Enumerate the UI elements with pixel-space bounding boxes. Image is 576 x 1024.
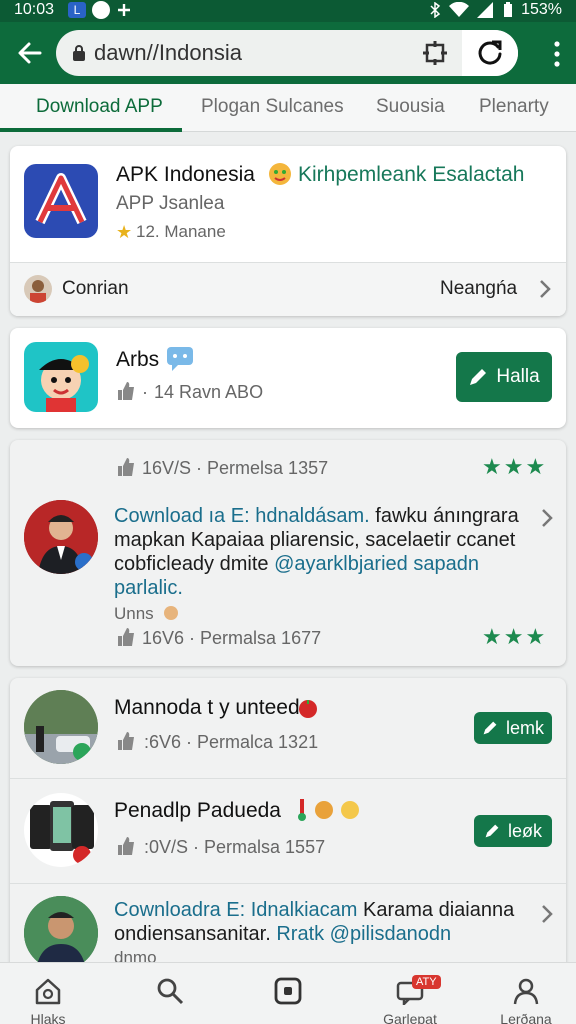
signal-icon xyxy=(477,2,494,18)
arbs-app-icon xyxy=(24,342,98,412)
tab-bar: Download APP Plogan Sulcanes Suousia Ple… xyxy=(0,84,576,132)
notification-badge: ATY xyxy=(412,975,441,989)
tab-plenarty[interactable]: Plenarty xyxy=(479,96,549,118)
list-item-text: Cownloadra E: Idnalkiacam Karama diaiann… xyxy=(114,899,515,967)
chat-bubble-icon xyxy=(167,347,193,371)
list-item-link-button[interactable]: lemk xyxy=(474,712,552,744)
list-item-meta: :0V/S · Permalsa 1557 xyxy=(144,837,326,857)
list-item-title: Penadlp Padueda xyxy=(114,799,281,822)
list-item[interactable]: Mannoda t y unteed :6V6 · Permalca 1321 … xyxy=(10,678,566,778)
messenger-icon xyxy=(92,1,110,19)
square-icon xyxy=(274,977,302,1005)
person-icon xyxy=(513,978,539,1005)
post-bottom-meta: 16V6 · Permalsa 1677 xyxy=(142,628,322,648)
address-bar[interactable]: dawn//Indonsia xyxy=(56,30,518,76)
app-tagline: Kirhpemleank Esalactah xyxy=(298,163,525,186)
user-avatar xyxy=(24,275,52,303)
emoji-icon xyxy=(298,799,359,821)
nav-chat[interactable]: ATY Garlepat xyxy=(370,963,450,1024)
list-item-thumbnail xyxy=(24,690,98,764)
lock-icon xyxy=(73,45,85,61)
list-item-meta: :6V6 · Permalca 1321 xyxy=(144,732,319,752)
app-developer: APP Jsanlea xyxy=(116,193,225,214)
battery-level: 153% xyxy=(521,1,562,18)
wifi-icon xyxy=(449,2,470,17)
footer-user-name: Conrian xyxy=(62,278,129,299)
list-item-thumbnail xyxy=(24,896,98,970)
app-card[interactable]: APK Indonesia Kirhpemleank Esalactah APP… xyxy=(10,146,566,316)
post-mention[interactable]: @ayarklbjaried sapadn xyxy=(274,553,479,575)
thumbs-up-icon xyxy=(118,458,134,476)
post-link[interactable]: Cownload ıa E: hdnaldásam. xyxy=(114,505,370,527)
list-item[interactable]: Penadlp Padueda :0V/S · Permalsa 1557 le… xyxy=(10,779,566,883)
list-item-title: Mannoda t y unteed xyxy=(114,696,300,719)
arbs-name: Arbs xyxy=(116,348,160,371)
active-tab-indicator xyxy=(0,128,182,132)
thumbs-up-icon xyxy=(118,628,134,646)
post-tag: Unns xyxy=(114,604,154,623)
rating-stars: ★★★ xyxy=(482,454,548,479)
tab-download-app[interactable]: Download APP xyxy=(36,96,163,118)
list-item[interactable]: Cownloadra E: Idnalkiacam Karama diaiann… xyxy=(10,884,566,974)
tab-suousia[interactable]: Suousia xyxy=(376,96,445,118)
hand-emoji-icon xyxy=(164,606,178,620)
pencil-icon xyxy=(485,824,499,838)
emoji-icon xyxy=(269,163,291,185)
status-notification-icons: L xyxy=(68,1,132,19)
nav-profile[interactable]: Lerðana xyxy=(486,963,566,1024)
list-item-link-button[interactable]: leøk xyxy=(474,815,552,847)
url-text[interactable]: dawn//Indonsia xyxy=(94,40,242,66)
extension-icon[interactable] xyxy=(422,40,448,66)
nav-square[interactable] xyxy=(248,963,328,1024)
arbs-card[interactable]: Arbs · 14 Ravn ABO Halla xyxy=(10,328,566,428)
bluetooth-icon xyxy=(430,2,441,18)
battery-icon xyxy=(504,2,513,17)
nav-home[interactable]: Hlaks xyxy=(8,963,88,1024)
post-top-meta: 16V/S · Permelsa 1357 xyxy=(142,458,329,478)
star-icon: ★ xyxy=(116,222,133,242)
notification-app-icon: L xyxy=(68,2,86,18)
post-author-avatar xyxy=(24,500,98,574)
browser-toolbar: dawn//Indonsia xyxy=(0,22,576,84)
chevron-right-icon xyxy=(540,280,551,298)
reload-icon xyxy=(478,40,502,65)
arbs-download-button[interactable]: Halla xyxy=(456,352,552,402)
search-icon xyxy=(157,978,184,1005)
pencil-icon xyxy=(470,369,487,385)
chevron-right-icon[interactable] xyxy=(540,508,554,528)
plus-icon xyxy=(118,4,130,16)
apple-emoji-icon xyxy=(299,700,317,718)
thumbs-up-icon xyxy=(118,837,134,855)
footer-action[interactable]: Neangńa xyxy=(440,278,517,300)
pencil-icon xyxy=(483,721,497,735)
chevron-right-icon[interactable] xyxy=(540,904,554,924)
bottom-navigation: Hlaks ATY Garlepat Lerðana xyxy=(0,962,576,1024)
app-card-footer[interactable]: Conrian Neangńa xyxy=(10,263,566,316)
status-system-icons: 153% xyxy=(429,1,562,19)
list-card: Mannoda t y unteed :6V6 · Permalca 1321 … xyxy=(10,678,566,974)
app-name: APK Indonesia xyxy=(116,163,255,186)
list-item-thumbnail xyxy=(24,793,98,867)
post-card[interactable]: 16V/S · Permelsa 1357 ★★★ Cownload ıa E:… xyxy=(10,440,566,666)
rating-stars: ★★★ xyxy=(482,624,548,649)
overflow-menu-icon[interactable] xyxy=(552,40,562,68)
arbs-meta: · 14 Ravn ABO xyxy=(142,382,264,402)
apk-app-icon xyxy=(24,164,98,238)
thumbs-up-icon xyxy=(118,382,134,400)
thumbs-up-icon xyxy=(118,732,134,750)
reload-button[interactable] xyxy=(462,30,518,76)
status-bar: 10:03 L 153% xyxy=(0,0,576,22)
home-icon xyxy=(35,978,61,1005)
app-rating: 12. Manane xyxy=(136,222,226,241)
back-arrow-icon[interactable] xyxy=(14,37,46,69)
post-body: Cownload ıa E: hdnaldásam. fawku ánıngra… xyxy=(114,505,519,599)
list-item-link[interactable]: Cownloadra E: Idnalkiacam xyxy=(114,899,357,921)
tab-plogan-sulcanes[interactable]: Plogan Sulcanes xyxy=(201,96,344,118)
nav-search[interactable] xyxy=(130,963,210,1024)
status-time: 10:03 xyxy=(14,1,55,18)
